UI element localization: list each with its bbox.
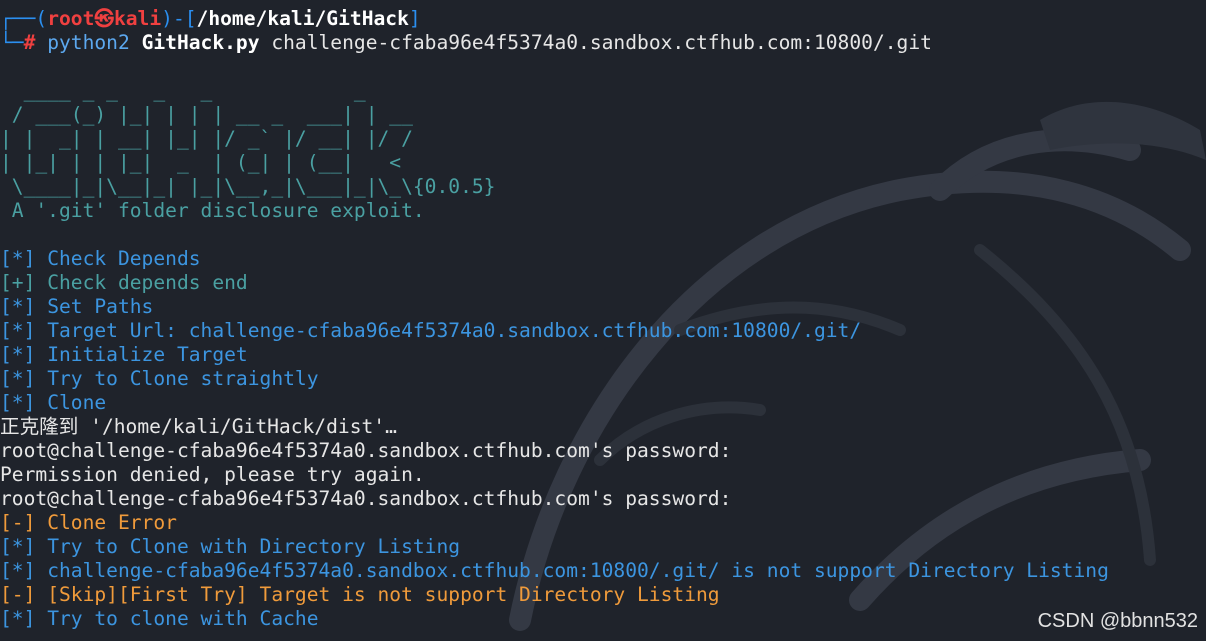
command-line: └─# python2 GitHack.py challenge-cfaba96… xyxy=(0,31,932,55)
banner-version: {0.0.5} xyxy=(412,175,496,198)
banner-tagline: A '.git' folder disclosure exploit. xyxy=(0,199,425,222)
prompt-corner-bottom: └─ xyxy=(0,31,24,54)
prompt-path-close: ] xyxy=(408,7,421,30)
prompt-corner-top: ┌──( xyxy=(0,7,48,30)
command-name: python2 xyxy=(47,31,130,54)
prompt-path-open: )-[ xyxy=(161,7,197,30)
output-line-text: Clone xyxy=(47,391,107,414)
command-script: GitHack.py xyxy=(141,31,260,54)
prompt-top-line: ┌──(root㉿kali)-[/home/kali/GitHack] xyxy=(0,7,421,31)
output-line-prefix: [*] xyxy=(0,247,36,270)
output-line-text: root@challenge-cfaba96e4f5374a0.sandbox.… xyxy=(0,439,732,462)
output-line-text: Clone Error xyxy=(47,511,177,534)
output-line-prefix: [*] xyxy=(0,319,36,342)
output-line: 正克隆到 '/home/kali/GitHack/dist'… xyxy=(0,415,397,439)
output-line-prefix: [*] xyxy=(0,559,36,582)
output-line-text: Initialize Target xyxy=(47,343,248,366)
csdn-watermark: CSDN @bbnn532 xyxy=(1037,610,1198,632)
banner-line-1: ____ _ _ _ _ _ xyxy=(0,79,366,102)
banner-line-3: | | _| | __| |_| |/ _` |/ __| |/ / xyxy=(0,127,413,150)
output-line-prefix: [-] xyxy=(0,511,36,534)
output-line: [*] Try to clone with Cache xyxy=(0,607,319,631)
output-line: root@challenge-cfaba96e4f5374a0.sandbox.… xyxy=(0,487,731,511)
output-line: [*] Check Depends xyxy=(0,247,201,271)
banner-line-2: / ___(_) |_| | | | __ _ ___| | __ xyxy=(0,103,413,126)
output-line-text: Try to Clone straightly xyxy=(47,367,319,390)
output-line: [*] Initialize Target xyxy=(0,343,248,367)
banner-line-5-text: \____|_|\__|_| |_|\__,_|\___|_|\_\ xyxy=(0,175,413,198)
output-line-prefix: [+] xyxy=(0,271,36,294)
output-line: [-] Clone Error xyxy=(0,511,177,535)
output-line: [+] Check depends end xyxy=(0,271,248,295)
banner-line-4: | |_| | | |_| _ | (_| | (__| < xyxy=(0,151,402,174)
output-line: [*] Set Paths xyxy=(0,295,153,319)
output-line-text: Check depends end xyxy=(47,271,248,294)
output-line-prefix: [-] xyxy=(0,583,36,606)
command-args: challenge-cfaba96e4f5374a0.sandbox.ctfhu… xyxy=(271,31,932,54)
output-line-text: Permission denied, please try again. xyxy=(0,463,425,486)
output-line-prefix: [*] xyxy=(0,607,36,630)
output-line: [*] Target Url: challenge-cfaba96e4f5374… xyxy=(0,319,861,343)
output-line: [*] challenge-cfaba96e4f5374a0.sandbox.c… xyxy=(0,559,1109,583)
output-line: [*] Try to Clone straightly xyxy=(0,367,319,391)
output-line-text: Target Url: challenge-cfaba96e4f5374a0.s… xyxy=(47,319,862,342)
output-line-text: [Skip][First Try] Target is not support … xyxy=(47,583,720,606)
output-line-text: Set Paths xyxy=(47,295,154,318)
output-line: Permission denied, please try again. xyxy=(0,463,425,487)
banner-line-5: \____|_|\__|_| |_|\__,_|\___|_|\_\{0.0.5… xyxy=(0,175,496,199)
output-line-text: 正克隆到 '/home/kali/GitHack/dist'… xyxy=(0,415,397,438)
output-line: root@challenge-cfaba96e4f5374a0.sandbox.… xyxy=(0,439,731,463)
output-line-prefix: [*] xyxy=(0,343,36,366)
output-line-text: Try to Clone with Directory Listing xyxy=(47,535,461,558)
output-line: [*] Clone xyxy=(0,391,106,415)
prompt-user-host: root㉿kali xyxy=(47,7,162,30)
output-line-text: Check Depends xyxy=(47,247,201,270)
output-line-text: challenge-cfaba96e4f5374a0.sandbox.ctfhu… xyxy=(47,559,1109,582)
output-line-prefix: [*] xyxy=(0,391,36,414)
output-line-prefix: [*] xyxy=(0,535,36,558)
output-line: [*] Try to Clone with Directory Listing xyxy=(0,535,460,559)
prompt-path: /home/kali/GitHack xyxy=(196,7,409,30)
output-line-text: Try to clone with Cache xyxy=(47,607,319,630)
output-line-prefix: [*] xyxy=(0,367,36,390)
output-line-prefix: [*] xyxy=(0,295,36,318)
output-line-text: root@challenge-cfaba96e4f5374a0.sandbox.… xyxy=(0,487,732,510)
output-line: [-] [Skip][First Try] Target is not supp… xyxy=(0,583,720,607)
prompt-hash: # xyxy=(23,31,36,54)
